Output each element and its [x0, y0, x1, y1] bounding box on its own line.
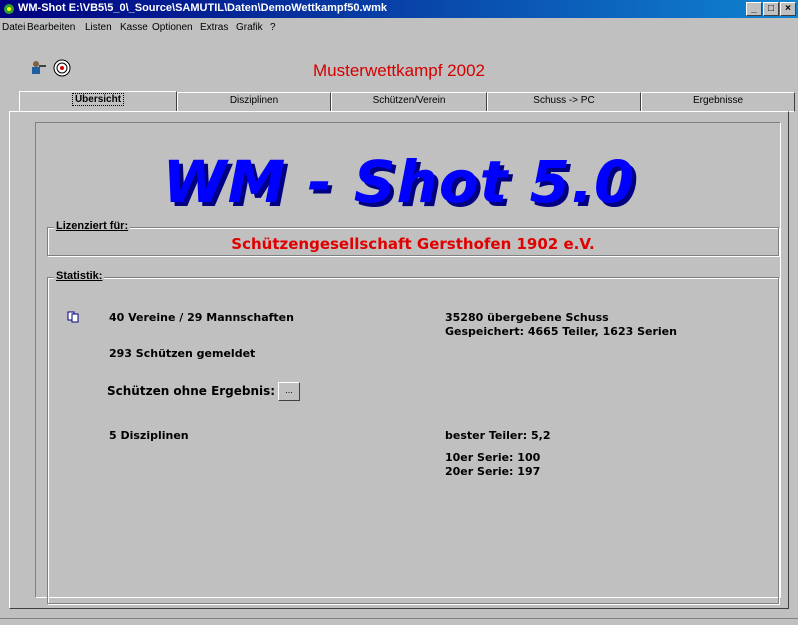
license-group: Lizenziert für: Schützengesellschaft Ger… — [47, 220, 779, 256]
close-button[interactable]: × — [780, 2, 796, 16]
tab-disziplinen[interactable]: Disziplinen — [177, 92, 331, 112]
without-result-label: Schützen ohne Ergebnis: — [107, 384, 276, 398]
minimize-button[interactable]: _ — [746, 2, 762, 16]
menu-bar: Datei Bearbeiten Listen Kasse Optionen E… — [0, 19, 798, 37]
series10-stat: 10er Serie: 100 — [445, 451, 541, 464]
title-bar: WM-Shot E:\VB5\5_0\_Source\SAMUTIL\Daten… — [0, 0, 798, 18]
series20-stat: 20er Serie: 197 — [445, 465, 541, 478]
menu-listen[interactable]: Listen — [85, 22, 112, 33]
menu-help[interactable]: ? — [270, 22, 276, 33]
without-result-button[interactable]: ... — [278, 382, 300, 401]
toolbar: Musterwettkampf 2002 — [0, 52, 798, 86]
tab-panel: WM - Shot 5.0 Lizenziert für: Schützenge… — [9, 111, 789, 609]
maximize-button[interactable]: □ — [763, 2, 779, 16]
event-title: Musterwettkampf 2002 — [313, 61, 485, 80]
menu-kasse[interactable]: Kasse — [120, 22, 148, 33]
tab-schuetzen-verein[interactable]: Schützen/Verein — [331, 92, 487, 112]
shots-stat: 35280 übergebene Schuss — [445, 311, 609, 324]
tab-uebersicht[interactable]: Übersicht — [19, 91, 177, 112]
tab-bar: Übersicht Disziplinen Schützen/Verein Sc… — [19, 91, 795, 112]
menu-datei[interactable]: Datei — [2, 22, 25, 33]
license-legend: Lizenziert für: — [54, 220, 131, 232]
menu-grafik[interactable]: Grafik — [236, 22, 263, 33]
saved-stat: Gespeichert: 4665 Teiler, 1623 Serien — [445, 325, 677, 338]
menu-optionen[interactable]: Optionen — [152, 22, 193, 33]
tab-label: Übersicht — [71, 93, 125, 106]
tab-ergebnisse[interactable]: Ergebnisse — [641, 92, 795, 112]
shooters-stat: 293 Schützen gemeldet — [109, 347, 256, 360]
window-title: WM-Shot E:\VB5\5_0\_Source\SAMUTIL\Daten… — [18, 2, 387, 14]
window-controls: _ □ × — [745, 2, 796, 16]
app-icon — [4, 4, 14, 14]
menu-bearbeiten[interactable]: Bearbeiten — [27, 22, 75, 33]
club-name: Schützengesellschaft Gersthofen 1902 e.V… — [231, 235, 595, 253]
status-divider — [0, 618, 798, 619]
statistics-group: Statistik: 40 Vereine / 29 Mannschaften … — [47, 270, 779, 604]
clubs-teams-stat: 40 Vereine / 29 Mannschaften — [109, 311, 294, 324]
copy-icon[interactable] — [67, 311, 79, 323]
disciplines-stat: 5 Disziplinen — [109, 429, 189, 442]
tab-schuss-pc[interactable]: Schuss -> PC — [487, 92, 641, 112]
menu-extras[interactable]: Extras — [200, 22, 228, 33]
app-logo: WM - Shot 5.0 — [162, 148, 636, 216]
statistics-legend: Statistik: — [54, 270, 105, 282]
best-teiler-stat: bester Teiler: 5,2 — [445, 429, 551, 442]
